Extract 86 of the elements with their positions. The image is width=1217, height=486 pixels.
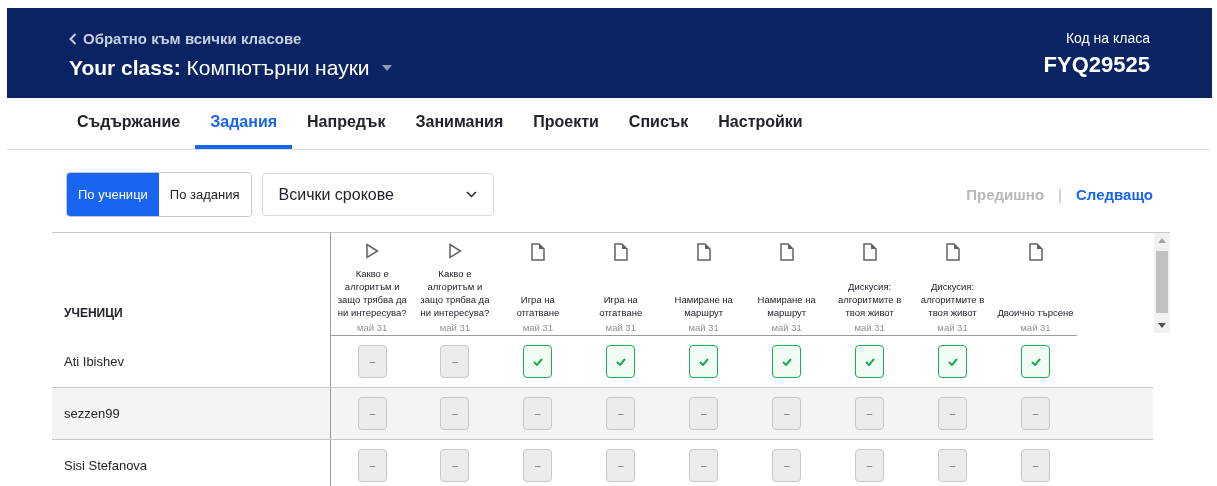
dropdown-caret-icon[interactable] [381, 65, 392, 71]
assignment-title[interactable]: Намиране на маршрут [747, 293, 826, 319]
completed-status[interactable] [689, 345, 719, 378]
not-started-status[interactable]: – [357, 449, 387, 482]
chevron-down-icon [465, 191, 477, 198]
check-icon [532, 357, 543, 366]
due-date: май 31 [605, 322, 636, 333]
assignment-title[interactable]: Дискусия: алгоритмите в твоя живот [913, 280, 992, 319]
not-started-status[interactable]: – [938, 449, 968, 482]
document-icon [779, 243, 794, 261]
not-started-status[interactable]: – [772, 449, 802, 482]
not-started-status[interactable]: – [357, 397, 387, 430]
not-started-status[interactable]: – [606, 449, 636, 482]
class-code: FYQ29525 [1043, 52, 1150, 78]
document-icon [862, 243, 877, 261]
next-link[interactable]: Следващо [1076, 186, 1153, 203]
not-started-status[interactable]: – [523, 449, 553, 482]
assignment-title[interactable]: Намиране на маршрут [664, 293, 743, 319]
chevron-left-icon [69, 32, 77, 45]
document-icon [530, 243, 545, 261]
due-date: май 31 [522, 322, 553, 333]
not-started-status[interactable]: – [606, 397, 636, 430]
tab[interactable]: Задания [195, 98, 293, 149]
not-started-status[interactable]: – [1021, 449, 1050, 482]
student-name: Sisi Stefanova [64, 458, 148, 473]
not-started-status[interactable]: – [440, 345, 470, 378]
completed-status[interactable] [772, 345, 802, 378]
not-started-status[interactable]: – [440, 449, 470, 482]
not-started-status[interactable]: – [440, 397, 470, 430]
due-date: май 31 [854, 322, 885, 333]
play-icon [447, 243, 462, 259]
assignment-title[interactable]: Игра на отгатване [498, 293, 577, 319]
toggle-option[interactable]: По ученици [67, 173, 159, 216]
not-started-status[interactable]: – [938, 397, 968, 430]
not-started-status[interactable]: – [357, 345, 387, 378]
document-icon [945, 243, 960, 261]
document-icon [1028, 243, 1043, 261]
not-started-status[interactable]: – [1021, 397, 1050, 430]
back-link[interactable]: Обратно към всички класове [69, 30, 392, 47]
check-icon [864, 357, 875, 366]
document-icon [696, 243, 711, 261]
play-icon [365, 243, 380, 259]
assignment-title[interactable]: Какво е алгоритъм и защо трябва да ни интересува? [415, 267, 494, 319]
not-started-status[interactable]: – [689, 449, 719, 482]
period-dropdown[interactable]: Всички срокове [261, 173, 494, 216]
not-started-status[interactable]: – [523, 397, 553, 430]
scrollbar[interactable] [1154, 233, 1170, 333]
tab[interactable]: Проекти [518, 98, 614, 149]
completed-status[interactable] [855, 345, 885, 378]
assignment-title[interactable]: Двоично търсене [996, 306, 1075, 319]
completed-status[interactable] [606, 345, 636, 378]
check-icon [781, 357, 792, 366]
due-date: май 31 [688, 322, 719, 333]
due-date: май 31 [771, 322, 802, 333]
due-date: май 31 [937, 322, 968, 333]
class-code-label: Код на класа [1064, 30, 1150, 46]
not-started-status[interactable]: – [772, 397, 802, 430]
column-header: УЧЕНИЦИ [52, 233, 331, 336]
completed-status[interactable] [523, 345, 553, 378]
completed-status[interactable] [1021, 345, 1050, 378]
tab[interactable]: Занимания [400, 98, 519, 149]
scroll-up-icon[interactable] [1158, 238, 1166, 243]
class-title: Your class: Компютърни науки [69, 56, 370, 80]
not-started-status[interactable]: – [689, 397, 719, 430]
tab[interactable]: Настройки [703, 98, 818, 149]
not-started-status[interactable]: – [855, 397, 885, 430]
assignment-title[interactable]: Какво е алгоритъм и защо трябва да ни интересува? [333, 267, 412, 319]
student-name: sezzen99 [64, 406, 120, 421]
check-icon [947, 357, 958, 366]
tab[interactable]: Съдържание [62, 98, 196, 149]
scroll-down-icon[interactable] [1158, 323, 1166, 328]
student-name: Ati Ibishev [64, 353, 124, 369]
tab[interactable]: Напредък [292, 98, 401, 149]
assignment-title[interactable]: Дискусия: алгоритмите в твоя живот [830, 280, 909, 319]
due-date: май 31 [357, 322, 388, 333]
not-started-status[interactable]: – [855, 449, 885, 482]
separator: | [1058, 186, 1062, 203]
document-icon [613, 243, 628, 261]
check-icon [615, 357, 626, 366]
check-icon [698, 357, 709, 366]
due-date: май 31 [1020, 322, 1051, 333]
due-date: май 31 [439, 322, 471, 333]
tab[interactable]: Списък [613, 98, 704, 149]
completed-status[interactable] [938, 345, 968, 378]
check-icon [1030, 357, 1041, 366]
assignment-title[interactable]: Игра на отгатване [581, 293, 660, 319]
